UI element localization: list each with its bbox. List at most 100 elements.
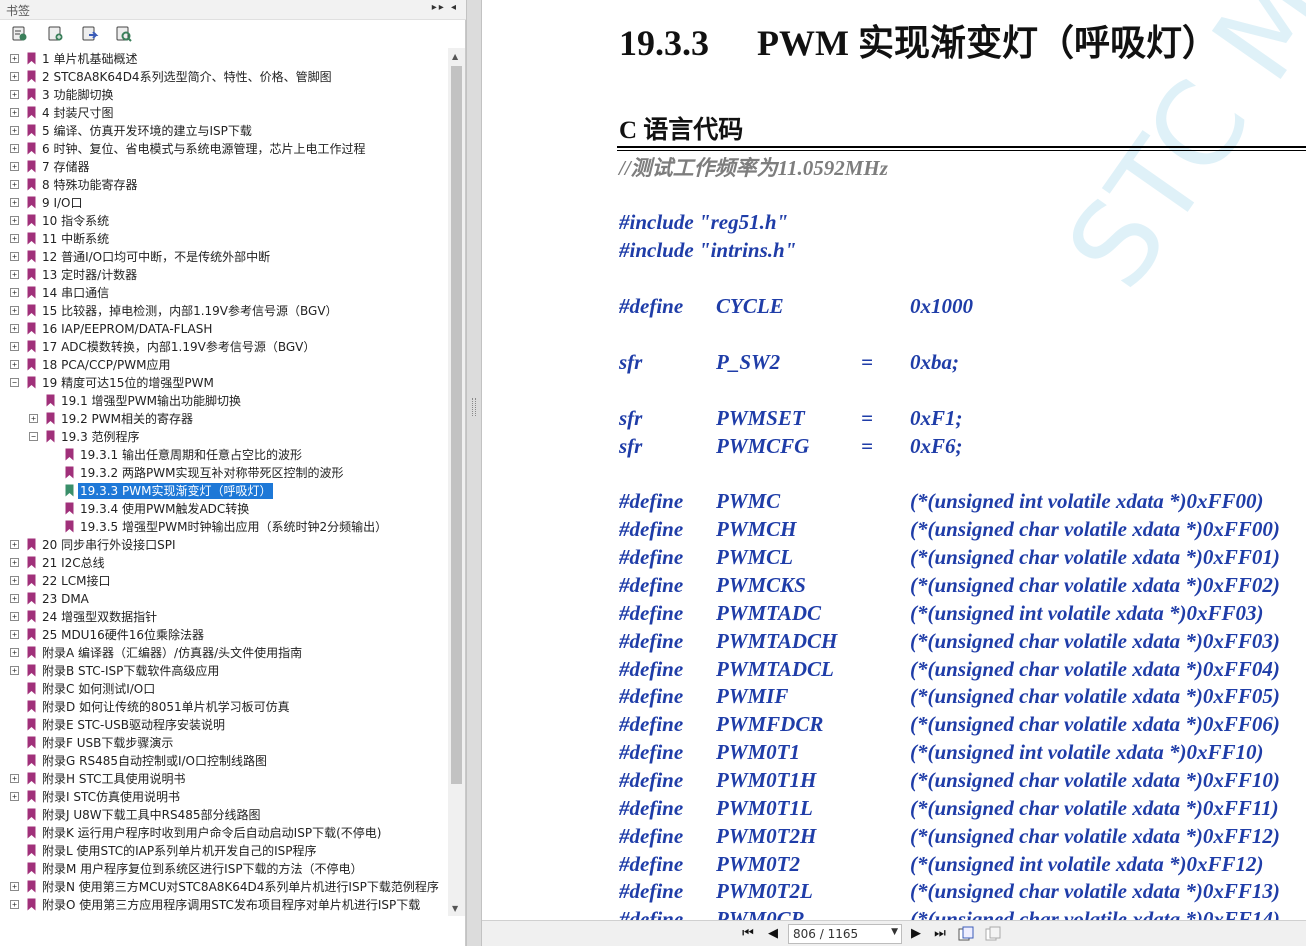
bookmark-label[interactable]: 11 中断系统 [40,231,111,247]
bookmark-item[interactable]: +12 普通I/O口均可中断，不是传统外部中断 [0,248,448,266]
expand-icon[interactable]: + [10,72,19,81]
add-bookmark-icon[interactable] [47,25,65,43]
bookmark-label[interactable]: 9 I/O口 [40,195,84,211]
bookmark-label[interactable]: 19.3.5 增强型PWM时钟输出应用（系统时钟2分频输出） [78,519,389,535]
bookmark-item[interactable]: +20 同步串行外设接口SPI [0,536,448,554]
bookmark-scrollbar[interactable]: ▲ ▼ [448,48,465,916]
bookmark-label[interactable]: 17 ADC模数转换，内部1.19V参考信号源（BGV） [40,339,317,355]
expand-icon[interactable]: + [10,54,19,63]
find-bookmark-icon[interactable] [115,25,133,43]
splitter-grip-icon[interactable] [472,398,476,416]
bookmark-item[interactable]: +15 比较器，掉电检测，内部1.19V参考信号源（BGV） [0,302,448,320]
bookmark-label[interactable]: 15 比较器，掉电检测，内部1.19V参考信号源（BGV） [40,303,340,319]
expand-icon[interactable]: + [10,576,19,585]
page-dropdown-icon[interactable]: ▼ [891,927,898,937]
expand-icon[interactable]: + [10,540,19,549]
bookmark-item[interactable]: +9 I/O口 [0,194,448,212]
bookmark-label[interactable]: 3 功能脚切换 [40,87,115,103]
expand-icon[interactable]: + [10,792,19,801]
bookmark-label[interactable]: 19.3.1 输出任意周期和任意占空比的波形 [78,447,304,463]
bookmark-item[interactable]: + 附录A 编译器（汇编器）/仿真器/头文件使用指南 [0,644,448,662]
next-view-icon[interactable] [985,926,1001,942]
expand-icon[interactable]: + [10,252,19,261]
bookmark-label[interactable]: 附录F USB下载步骤演示 [40,735,175,751]
next-page-icon[interactable]: ▶ [908,926,924,942]
bookmark-item[interactable]: + 附录I STC仿真使用说明书 [0,788,448,806]
bookmark-item[interactable]: + 附录B STC-ISP下载软件高级应用 [0,662,448,680]
first-page-icon[interactable]: ⏮ [740,926,756,942]
bookmark-label[interactable]: 13 定时器/计数器 [40,267,139,283]
expand-icon[interactable]: + [10,108,19,117]
expand-icon[interactable]: + [10,126,19,135]
previous-page-icon[interactable]: ◀ [765,926,781,942]
bookmark-label[interactable]: 附录I STC仿真使用说明书 [40,789,182,805]
bookmark-item[interactable]: 附录E STC-USB驱动程序安装说明 [0,716,448,734]
bookmark-item[interactable]: − 19 精度可达15位的增强型PWM [0,374,448,392]
bookmark-label[interactable]: 20 同步串行外设接口SPI [40,537,177,553]
bookmark-item[interactable]: + 附录N 使用第三方MCU对STC8A8K64D4系列单片机进行ISP下载范例程… [0,878,448,896]
collapse-icon[interactable]: − [10,378,19,387]
expand-icon[interactable]: + [10,630,19,639]
bookmark-item[interactable]: +7 存储器 [0,158,448,176]
bookmark-item[interactable]: + 附录O 使用第三方应用程序调用STC发布项目程序对单片机进行ISP下载 [0,896,448,914]
bookmark-item[interactable]: +2 STC8A8K64D4系列选型简介、特性、价格、管脚图 [0,68,448,86]
bookmark-label[interactable]: 23 DMA [40,591,91,607]
bookmark-label[interactable]: 19.3.4 使用PWM触发ADC转换 [78,501,251,517]
page-number-text[interactable]: 806 / 1165 [793,927,858,941]
expand-icon[interactable]: + [10,612,19,621]
bookmark-label[interactable]: 附录O 使用第三方应用程序调用STC发布项目程序对单片机进行ISP下载 [40,897,422,913]
bookmark-label[interactable]: 5 编译、仿真开发环境的建立与ISP下载 [40,123,254,139]
bookmark-item[interactable]: 附录J U8W下载工具中RS485部分线路图 [0,806,448,824]
bookmark-item[interactable]: +8 特殊功能寄存器 [0,176,448,194]
expand-icon[interactable]: + [10,90,19,99]
bookmark-item[interactable]: 19.3.2 两路PWM实现互补对称带死区控制的波形 [0,464,448,482]
scroll-up-icon[interactable]: ▲ [452,52,458,61]
bookmark-label[interactable]: 8 特殊功能寄存器 [40,177,139,193]
expand-icon[interactable]: + [10,882,19,891]
collapse-icon[interactable]: − [29,432,38,441]
bookmark-item[interactable]: +16 IAP/EEPROM/DATA-FLASH [0,320,448,338]
panel-collapse-controls[interactable]: ▸▸ ◂ [432,2,458,13]
bookmark-label[interactable]: 附录H STC工具使用说明书 [40,771,187,787]
bookmark-item[interactable]: +5 编译、仿真开发环境的建立与ISP下载 [0,122,448,140]
bookmark-label[interactable]: 附录G RS485自动控制或I/O口控制线路图 [40,753,269,769]
page-number-field[interactable]: 806 / 1165 ▼ [788,924,902,944]
expand-icon[interactable]: + [10,162,19,171]
bookmark-item[interactable]: 附录K 运行用户程序时收到用户命令后自动启动ISP下载(不停电) [0,824,448,842]
previous-view-icon[interactable] [958,926,974,942]
bookmark-label[interactable]: 19.3 范例程序 [59,429,142,445]
bookmark-item[interactable]: +17 ADC模数转换，内部1.19V参考信号源（BGV） [0,338,448,356]
expand-icon[interactable]: + [10,666,19,675]
bookmark-item[interactable]: +19.2 PWM相关的寄存器 [0,410,448,428]
bookmark-item[interactable]: 19.3.5 增强型PWM时钟输出应用（系统时钟2分频输出） [0,518,448,536]
bookmark-item[interactable]: +25 MDU16硬件16位乘除法器 [0,626,448,644]
bookmark-item[interactable]: +24 增强型双数据指针 [0,608,448,626]
bookmark-label[interactable]: 附录J U8W下载工具中RS485部分线路图 [40,807,263,823]
bookmark-item[interactable]: 附录D 如何让传统的8051单片机学习板可仿真 [0,698,448,716]
bookmark-label[interactable]: 19.3.2 两路PWM实现互补对称带死区控制的波形 [78,465,345,481]
bookmark-item[interactable]: 19.3.3 PWM实现渐变灯（呼吸灯） [0,482,448,500]
bookmark-label[interactable]: 22 LCM接口 [40,573,113,589]
expand-icon[interactable]: + [10,306,19,315]
bookmark-item[interactable]: + 附录H STC工具使用说明书 [0,770,448,788]
bookmark-label[interactable]: 12 普通I/O口均可中断，不是传统外部中断 [40,249,272,265]
bookmark-label[interactable]: 19 精度可达15位的增强型PWM [40,375,216,391]
bookmark-item[interactable]: 附录G RS485自动控制或I/O口控制线路图 [0,752,448,770]
expand-icon[interactable]: + [10,774,19,783]
expand-icon[interactable]: + [29,414,38,423]
bookmark-label[interactable]: 18 PCA/CCP/PWM应用 [40,357,172,373]
bookmark-item[interactable]: − 19.3 范例程序 [0,428,448,446]
bookmark-label[interactable]: 14 串口通信 [40,285,111,301]
bookmark-label[interactable]: 19.3.3 PWM实现渐变灯（呼吸灯） [78,483,274,499]
bookmark-label[interactable]: 16 IAP/EEPROM/DATA-FLASH [40,321,214,337]
bookmark-item[interactable]: +21 I2C总线 [0,554,448,572]
bookmark-label[interactable]: 附录K 运行用户程序时收到用户命令后自动启动ISP下载(不停电) [40,825,383,841]
scroll-down-icon[interactable]: ▼ [452,904,458,913]
bookmark-item[interactable]: 附录L 使用STC的IAP系列单片机开发自己的ISP程序 [0,842,448,860]
expand-icon[interactable]: + [10,198,19,207]
expand-icon[interactable]: + [10,216,19,225]
expand-icon[interactable]: + [10,342,19,351]
bookmark-item[interactable]: +10 指令系统 [0,212,448,230]
bookmark-item[interactable]: 附录F USB下载步骤演示 [0,734,448,752]
bookmark-label[interactable]: 附录N 使用第三方MCU对STC8A8K64D4系列单片机进行ISP下载范例程序 [40,879,441,895]
